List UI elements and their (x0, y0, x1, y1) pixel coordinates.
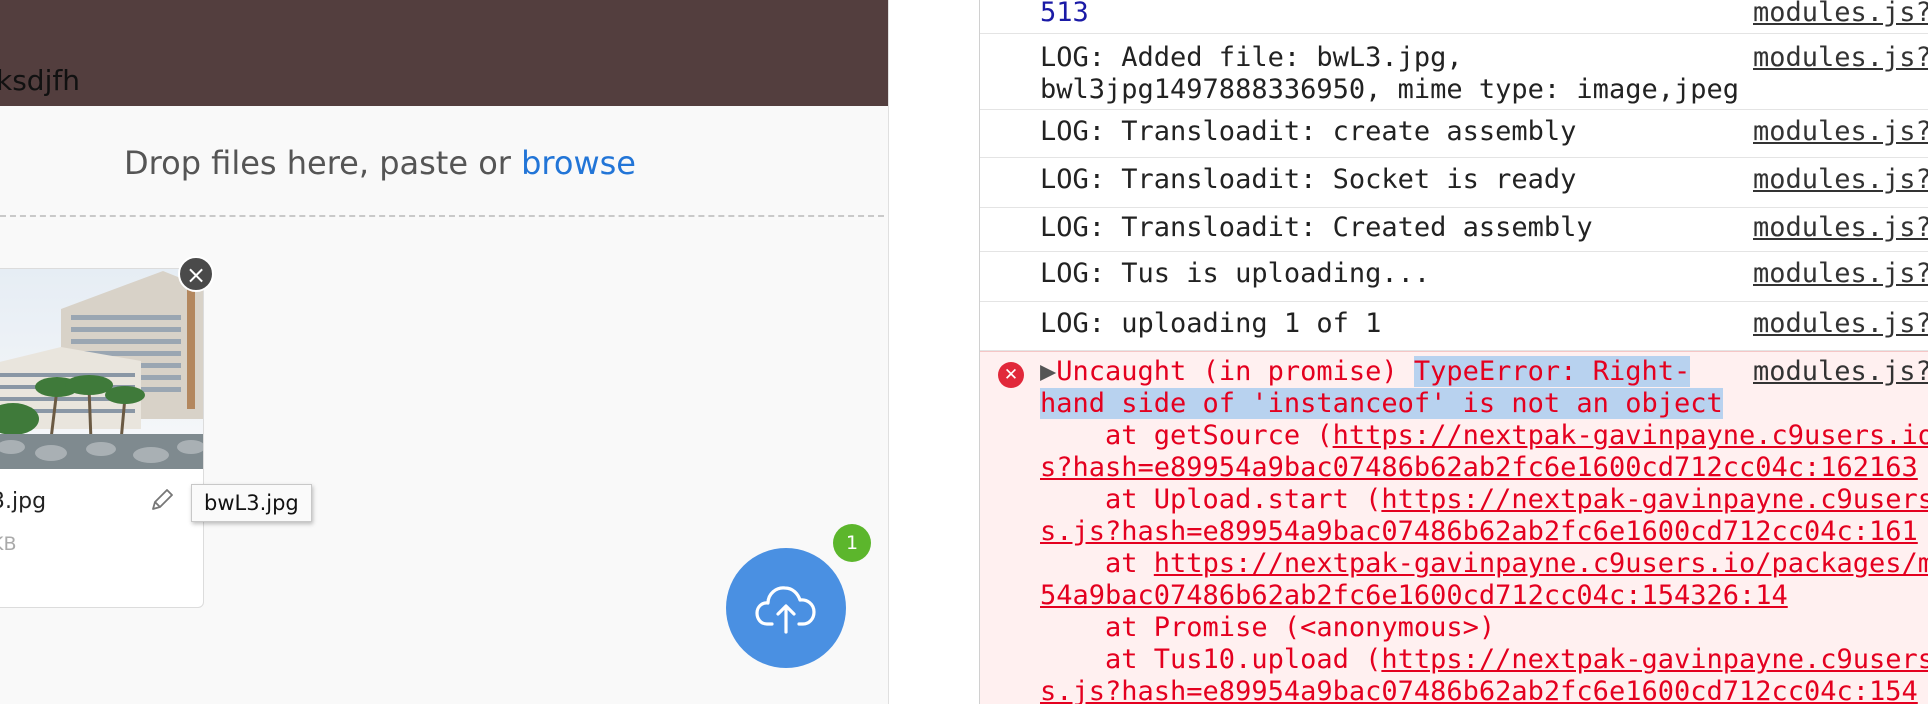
error-message: ▶Uncaught (in promise) TypeError: Right- (1040, 356, 1691, 388)
stack-frame-text: at getSource ( (1040, 420, 1333, 451)
stack-frame: s.js?hash=e89954a9bac07486b62ab2fc6e1600… (1040, 676, 1918, 704)
console-source-link[interactable]: modules.js? (1753, 0, 1928, 29)
stack-frame-text: at Tus10.upload ( (1040, 644, 1382, 675)
console-message-text: LOG: Added file: bwL3.jpg, (1040, 42, 1463, 73)
console-message: LOG: Added file: bwL3.jpg, bwl3jpg149788… (980, 34, 1928, 110)
console-message-text: LOG: Transloadit: Created assembly (1040, 212, 1593, 243)
console-message: LOG: Transloadit: Socket is ready module… (980, 158, 1928, 208)
console-message-text: LOG: Transloadit: create assembly (1040, 116, 1577, 147)
console-source-link[interactable]: modules.js? (1753, 116, 1928, 148)
console-message: LOG: Transloadit: create assembly module… (980, 110, 1928, 158)
cloud-upload-icon (755, 586, 816, 634)
console-source-link[interactable]: modules.js? (1753, 308, 1928, 340)
stack-frame-link[interactable]: 54a9bac07486b62ab2fc6e1600cd712cc04c:154… (1040, 580, 1788, 611)
error-selection: TypeError: Right- (1413, 356, 1691, 387)
pencil-icon[interactable] (149, 487, 175, 513)
file-card: 3.jpg KB (0, 268, 204, 608)
browse-link[interactable]: browse (521, 144, 636, 182)
remove-file-button[interactable]: × (178, 256, 214, 292)
console-source-link[interactable]: modules.js? (1753, 164, 1928, 196)
stack-frame: at https://nextpak-gavinpayne.c9users.io… (1040, 548, 1928, 580)
error-message-cont: hand side of 'instanceof' is not an obje… (1040, 388, 1723, 420)
console-message: 513 modules.js? (980, 0, 1928, 34)
stack-frame: s?hash=e89954a9bac07486b62ab2fc6e1600cd7… (1040, 452, 1918, 484)
file-thumbnail (0, 269, 203, 469)
console-source-link[interactable]: modules.js? (1753, 212, 1928, 244)
page-header: ksdjfh (0, 0, 888, 106)
console-source-link[interactable]: modules.js? (1753, 42, 1928, 74)
drop-zone-divider (0, 215, 884, 217)
console-source-link[interactable]: modules.js? (1753, 258, 1928, 290)
error-selection: hand side of 'instanceof' is not an obje… (1040, 388, 1723, 419)
console-message: LOG: Tus is uploading... modules.js? (980, 252, 1928, 302)
stack-frame-link[interactable]: s.js?hash=e89954a9bac07486b62ab2fc6e1600… (1040, 516, 1918, 547)
file-size: KB (0, 533, 17, 555)
stack-frame: s.js?hash=e89954a9bac07486b62ab2fc6e1600… (1040, 516, 1918, 548)
stack-frame: 54a9bac07486b62ab2fc6e1600cd712cc04c:154… (1040, 580, 1788, 612)
stack-frame: at Upload.start (https://nextpak-gavinpa… (1040, 484, 1928, 516)
console-message-text: LOG: Tus is uploading... (1040, 258, 1431, 289)
upload-button[interactable] (726, 548, 846, 668)
upload-count-badge: 1 (833, 524, 871, 562)
console-source-link[interactable]: modules.js? (1753, 356, 1928, 388)
stack-frame: at Promise (<anonymous>) (1040, 612, 1495, 644)
panel-divider (888, 0, 980, 704)
stack-frame-link[interactable]: s.js?hash=e89954a9bac07486b62ab2fc6e1600… (1040, 676, 1918, 704)
file-name-tooltip: bwL3.jpg (191, 484, 312, 522)
console-message-text: bwl3jpg1497888336950, mime type: image,j… (1040, 74, 1739, 105)
console-message-text: LOG: uploading 1 of 1 (1040, 308, 1382, 339)
stack-frame: at Tus10.upload (https://nextpak-gavinpa… (1040, 644, 1928, 676)
stack-frame: at getSource (https://nextpak-gavinpayne… (1040, 420, 1928, 452)
console-message-text: LOG: Transloadit: Socket is ready (1040, 164, 1577, 195)
stack-frame-text: at (1040, 548, 1154, 579)
console-message: LOG: uploading 1 of 1 modules.js? (980, 302, 1928, 351)
uploader-page: ksdjfh Drop files here, paste or browse (0, 0, 888, 704)
expand-triangle-icon[interactable]: ▶ (1040, 356, 1056, 387)
stack-frame-text: at Upload.start ( (1040, 484, 1382, 515)
stack-frame-link[interactable]: s?hash=e89954a9bac07486b62ab2fc6e1600cd7… (1040, 452, 1918, 483)
console-message: LOG: Transloadit: Created assembly modul… (980, 208, 1928, 252)
console-error: ✕ ▶Uncaught (in promise) TypeError: Righ… (980, 351, 1928, 704)
error-prefix: Uncaught (in promise) (1056, 356, 1414, 387)
file-name: 3.jpg (0, 489, 47, 514)
header-text: ksdjfh (0, 64, 80, 97)
console-message-text: 513 (1040, 0, 1089, 28)
stack-frame-link[interactable]: https://nextpak-gavinpayne.c9users.io/pa… (1333, 420, 1928, 451)
stack-frame-link[interactable]: https://nextpak-gavinpayne.c9users.io/pa… (1381, 644, 1928, 675)
drop-hint-text: Drop files here, paste or (124, 144, 511, 182)
error-icon: ✕ (998, 362, 1024, 388)
stack-frame-text: at Promise (<anonymous>) (1040, 612, 1496, 643)
drop-zone-hint: Drop files here, paste or browse (0, 144, 760, 182)
devtools-console: 513 modules.js? LOG: Added file: bwL3.jp… (979, 0, 1928, 704)
stack-frame-link[interactable]: https://nextpak-gavinpayne.c9users.io/pa… (1381, 484, 1928, 515)
stack-frame-link[interactable]: https://nextpak-gavinpayne.c9users.io/pa… (1154, 548, 1928, 579)
